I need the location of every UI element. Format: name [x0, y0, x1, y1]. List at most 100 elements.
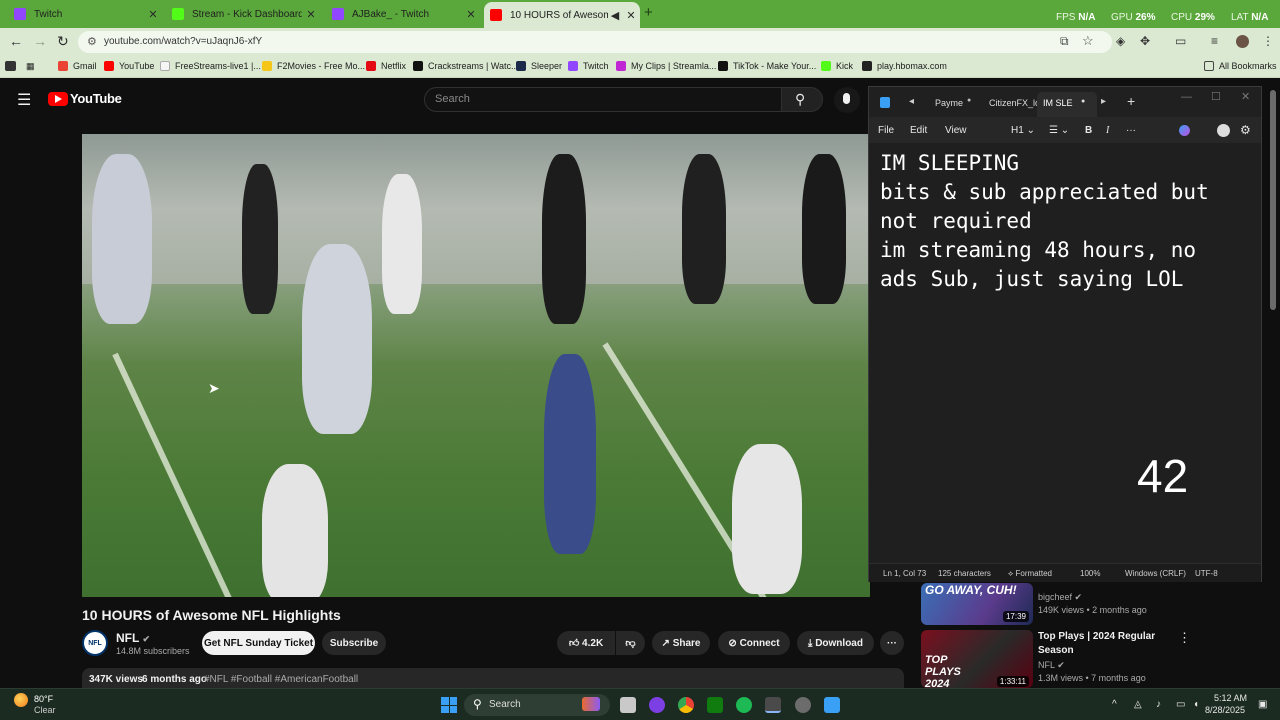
- minimize-button[interactable]: —: [1181, 91, 1192, 103]
- menu-file[interactable]: File: [878, 125, 894, 136]
- extensions-icon[interactable]: ✥: [1140, 34, 1150, 48]
- clock-date[interactable]: 8/28/2025: [1205, 705, 1245, 715]
- dislike-button[interactable]: 👎︎: [616, 631, 645, 655]
- notepad-tab-active[interactable]: IM SLE ●: [1037, 92, 1097, 117]
- download-button[interactable]: ⤓ Download: [797, 631, 874, 655]
- notepad-window[interactable]: ◂ Payme ● CitizenFX_lo IM SLE ● ▸ + — ☐ …: [868, 86, 1262, 582]
- browser-tab-kick-dashboard[interactable]: Stream - Kick Dashboard ✕: [158, 2, 320, 26]
- profile-avatar[interactable]: [1236, 35, 1249, 48]
- bookmark-f2movies[interactable]: F2Movies - Free Mo...: [262, 61, 365, 71]
- youtube-search-input[interactable]: Search: [424, 87, 782, 112]
- apps-grid-icon[interactable]: ▦: [26, 61, 35, 72]
- hamburger-menu-icon[interactable]: ☰: [17, 90, 31, 110]
- youtube-logo[interactable]: YouTube: [48, 91, 122, 106]
- tray-overflow-icon[interactable]: ^: [1112, 699, 1117, 710]
- tab-scroll-left-icon[interactable]: ◂: [909, 96, 914, 107]
- bookmark-streamlabs[interactable]: My Clips | Streamla...: [616, 61, 716, 71]
- bookmark-freestreams[interactable]: FreeStreams-live1 |...: [160, 61, 261, 71]
- site-info-icon[interactable]: ⚙: [87, 35, 97, 48]
- new-tab-button[interactable]: +: [644, 4, 653, 21]
- recommendation-channel[interactable]: NFL ✔: [1038, 660, 1065, 671]
- subscribe-button[interactable]: Subscribe: [322, 631, 386, 655]
- windows-start-icon[interactable]: [441, 697, 457, 713]
- clock-time[interactable]: 5:12 AM: [1214, 693, 1247, 703]
- bookmark-tiktok[interactable]: TikTok - Make Your...: [718, 61, 816, 71]
- notepad-icon[interactable]: [824, 697, 840, 713]
- menu-dots-icon[interactable]: ⋮: [1262, 34, 1274, 48]
- italic-icon[interactable]: I: [1106, 125, 1109, 136]
- obs-icon[interactable]: [795, 697, 811, 713]
- bookmark-youtube[interactable]: YouTube: [104, 61, 154, 71]
- notepad-text-area[interactable]: IM SLEEPING bits & sub appreciated but n…: [880, 149, 1250, 294]
- channel-name[interactable]: NFL ✔: [116, 631, 150, 645]
- address-bar[interactable]: ⚙ youtube.com/watch?v=uJaqnJ6-xfY ⧉ ☆: [78, 31, 1112, 53]
- bookmark-twitch[interactable]: Twitch: [568, 61, 609, 71]
- voice-search-button[interactable]: [834, 87, 860, 113]
- shield-icon[interactable]: ◈: [1116, 34, 1125, 48]
- bookmark-sleeper[interactable]: Sleeper: [516, 61, 562, 71]
- more-actions-button[interactable]: ···: [880, 631, 904, 655]
- media-controls-icon[interactable]: ≡: [1211, 34, 1218, 48]
- menu-edit[interactable]: Edit: [910, 125, 927, 136]
- share-button[interactable]: ↗ Share: [652, 631, 710, 655]
- like-button[interactable]: 👍︎ 4.2K: [557, 631, 615, 655]
- account-icon[interactable]: [1217, 124, 1230, 137]
- task-view-icon[interactable]: [620, 697, 636, 713]
- sunday-ticket-button[interactable]: Get NFL Sunday Ticket: [202, 631, 315, 655]
- chrome-icon[interactable]: [678, 697, 694, 713]
- page-scrollbar[interactable]: [1270, 90, 1276, 310]
- new-tab-button[interactable]: +: [1127, 93, 1135, 109]
- install-app-icon[interactable]: ⧉: [1060, 34, 1069, 49]
- bookmark-kick[interactable]: Kick: [821, 61, 853, 71]
- notifications-icon[interactable]: ▣: [1258, 699, 1267, 710]
- recommendation-title[interactable]: Top Plays | 2024 Regular Season: [1038, 630, 1168, 658]
- maximize-button[interactable]: ☐: [1211, 90, 1221, 103]
- bookmark-hbomax[interactable]: play.hbomax.com: [862, 61, 947, 71]
- reload-icon[interactable]: ↻: [57, 33, 69, 50]
- bookmark-star-icon[interactable]: ☆: [1082, 33, 1094, 49]
- more-options-icon[interactable]: ⋮: [1178, 630, 1191, 646]
- tab-scroll-right-icon[interactable]: ▸: [1101, 96, 1106, 107]
- browser-tab-ajbake[interactable]: AJBake_ - Twitch ✕: [318, 2, 480, 26]
- tray-app-icon[interactable]: ◬: [1134, 699, 1142, 710]
- cast-icon[interactable]: ▭: [1175, 34, 1186, 48]
- downloader-icon[interactable]: [765, 697, 781, 713]
- microphone-icon[interactable]: ♪: [1156, 699, 1161, 710]
- browser-tab-youtube[interactable]: 10 HOURS of Awesome NF ◀ ✕: [484, 2, 640, 28]
- all-bookmarks[interactable]: All Bookmarks: [1204, 61, 1277, 71]
- back-arrow-icon[interactable]: ←: [9, 33, 23, 49]
- bookmark-gmail[interactable]: Gmail: [58, 61, 97, 71]
- recommendation-thumbnail[interactable]: TOP PLAYS 2024 1:33:11: [921, 630, 1033, 688]
- forward-arrow-icon[interactable]: →: [33, 33, 47, 49]
- menu-view[interactable]: View: [945, 125, 967, 136]
- close-icon[interactable]: ✕: [622, 9, 640, 22]
- heading-dropdown[interactable]: H1 ⌄: [1011, 125, 1035, 136]
- speaker-icon[interactable]: ◀: [608, 9, 622, 22]
- youtube-search-button[interactable]: ⚲: [781, 87, 823, 112]
- video-player[interactable]: ➤: [82, 134, 870, 597]
- browser-tab-twitch[interactable]: Twitch ✕: [0, 2, 162, 26]
- more-options-icon[interactable]: ···: [1126, 125, 1136, 136]
- hashtags[interactable]: #NFL #Football #AmericanFootball: [204, 674, 358, 685]
- connect-button[interactable]: ⊘ Connect: [718, 631, 790, 655]
- taskbar-search[interactable]: ⚲ Search: [464, 694, 610, 716]
- bookmark-crackstreams[interactable]: Crackstreams | Watc...: [413, 61, 519, 71]
- format-status[interactable]: ⟡ Formatted: [1008, 569, 1052, 579]
- close-button[interactable]: ✕: [1241, 90, 1250, 103]
- recommendation-thumbnail[interactable]: GO AWAY, CUH! 17:39: [921, 583, 1033, 625]
- weather-icon[interactable]: [14, 693, 28, 707]
- video-description[interactable]: 347K views 6 months ago #NFL #Football #…: [82, 668, 904, 688]
- close-icon[interactable]: ✕: [462, 8, 480, 21]
- spotify-icon[interactable]: [736, 697, 752, 713]
- recommendation-channel[interactable]: bigcheef ✔: [1038, 592, 1082, 603]
- bold-icon[interactable]: B: [1085, 125, 1092, 136]
- notepad-tab-payme[interactable]: Payme: [935, 98, 963, 108]
- settings-gear-icon[interactable]: ⚙: [1240, 123, 1251, 137]
- network-icon[interactable]: ▭: [1176, 699, 1185, 710]
- discord-icon[interactable]: [649, 697, 665, 713]
- list-format-icon[interactable]: ☰ ⌄: [1049, 125, 1069, 136]
- copilot-icon[interactable]: [1179, 125, 1190, 136]
- channel-avatar[interactable]: NFL: [82, 630, 108, 656]
- bookmark-netflix[interactable]: Netflix: [366, 61, 406, 71]
- bookmark-apps-icon[interactable]: [5, 61, 21, 71]
